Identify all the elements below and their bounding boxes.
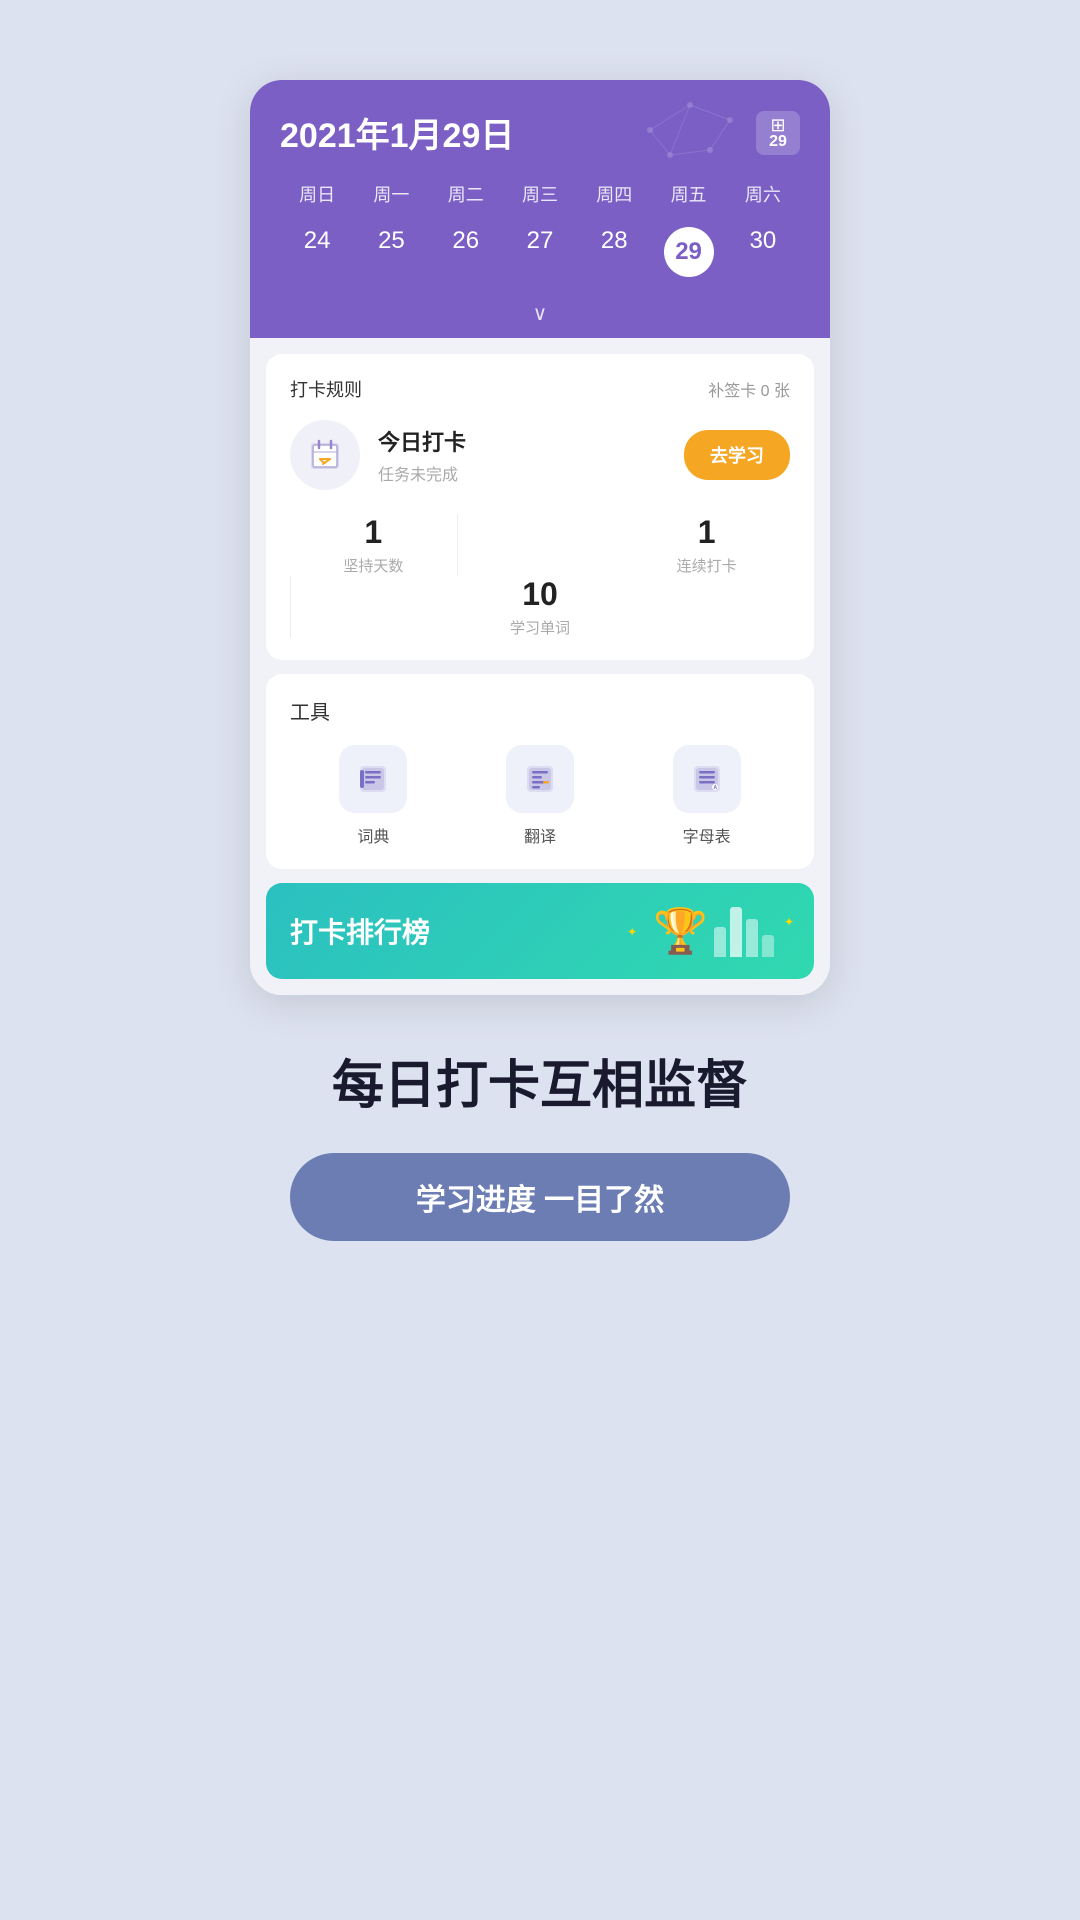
tool-translate[interactable]: 翻译 [506,745,574,847]
stats-row: 1 坚持天数 1 连续打卡 10 学习单词 [290,514,790,638]
checkin-card: 打卡规则 补签卡 0 张 今 [266,354,814,660]
calendar-header: 2021年1月29日 ⊞ 29 周日 周一 周二 周三 周四 [250,80,830,338]
stat-label-1: 连续打卡 [677,555,737,576]
cta-button[interactable]: 学习进度 一目了然 [290,1153,790,1241]
supplement-card-label: 补签卡 0 张 [708,377,790,401]
stat-persist-days: 1 坚持天数 [290,514,457,576]
date-26[interactable]: 26 [429,217,503,287]
weekday-4: 周四 [577,177,651,211]
checkin-subtitle: 任务未完成 [378,461,666,485]
date-25[interactable]: 25 [354,217,428,287]
trophy-icon: 🏆 [653,905,708,957]
stats-divider-1 [457,514,458,576]
cards-section: 打卡规则 补签卡 0 张 今 [250,338,830,995]
checkin-info: 今日打卡 任务未完成 [378,425,666,485]
tools-title: 工具 [290,696,790,725]
date-24[interactable]: 24 [280,217,354,287]
calendar-icon-button[interactable]: ⊞ 29 [756,111,800,155]
weekday-1: 周一 [354,177,428,211]
dict-icon-wrap [339,745,407,813]
translate-icon [523,762,557,796]
tool-alphabet[interactable]: A 字母表 [673,745,741,847]
phone-card: 2021年1月29日 ⊞ 29 周日 周一 周二 周三 周四 [250,80,830,995]
stat-label-2: 学习单词 [510,617,570,638]
checkin-title: 今日打卡 [378,425,666,457]
main-tagline: 每日打卡互相监督 [80,1055,1000,1117]
stat-consecutive: 1 连续打卡 [623,514,790,576]
date-row: 24 25 26 27 28 29 30 [280,217,800,295]
leaderboard-deco: ✦ 🏆 ✦ [637,905,790,957]
date-30[interactable]: 30 [726,217,800,287]
stat-num-0: 1 [364,514,382,551]
date-29-active[interactable]: 29 [651,217,725,287]
checkin-icon-wrap [290,420,360,490]
chevron-down[interactable]: ∨ [280,295,800,338]
translate-icon-wrap [506,745,574,813]
date-28[interactable]: 28 [577,217,651,287]
weekday-3: 周三 [503,177,577,211]
chart-bars [714,907,774,957]
weekday-0: 周日 [280,177,354,211]
tools-card: 工具 词典 [266,674,814,869]
stat-words: 10 学习单词 [457,576,624,638]
checkin-rules-label: 打卡规则 [290,376,362,402]
network-decoration [630,90,750,170]
stat-num-2: 10 [522,576,558,613]
alphabet-icon: A [690,762,724,796]
leaderboard-text: 打卡排行榜 [290,911,430,951]
go-study-button[interactable]: 去学习 [684,430,790,480]
calendar-title: 2021年1月29日 [280,108,514,157]
alphabet-icon-wrap: A [673,745,741,813]
stat-label-0: 坚持天数 [343,555,403,576]
weekday-6: 周六 [726,177,800,211]
checkin-row: 今日打卡 任务未完成 去学习 [290,420,790,490]
stat-num-1: 1 [698,514,716,551]
leaderboard-banner[interactable]: 打卡排行榜 ✦ 🏆 ✦ [266,883,814,979]
weekday-row: 周日 周一 周二 周三 周四 周五 周六 [280,177,800,211]
alphabet-label: 字母表 [683,823,731,847]
date-27[interactable]: 27 [503,217,577,287]
checkin-icon [305,435,345,475]
weekday-5: 周五 [651,177,725,211]
stats-divider-2 [290,576,291,638]
weekday-2: 周二 [429,177,503,211]
tools-row: 词典 翻译 [290,745,790,847]
translate-label: 翻译 [524,823,556,847]
bottom-section: 每日打卡互相监督 学习进度 一目了然 [0,995,1080,1291]
tool-dict[interactable]: 词典 [339,745,407,847]
svg-text:A: A [713,785,717,791]
dict-icon [356,762,390,796]
dict-label: 词典 [357,823,389,847]
